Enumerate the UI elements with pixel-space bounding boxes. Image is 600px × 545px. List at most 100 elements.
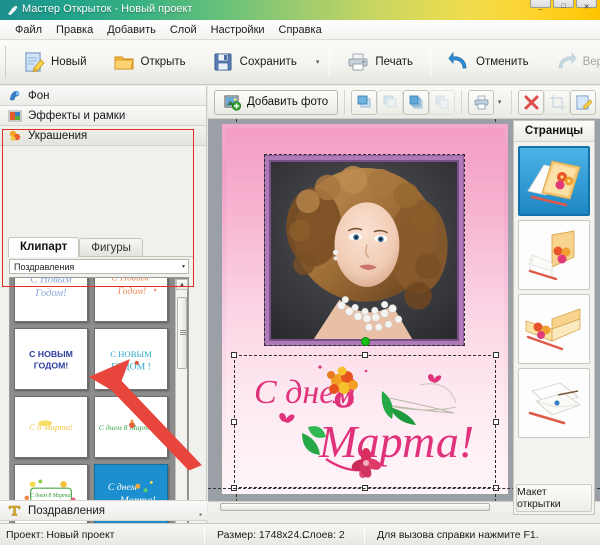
menu-file[interactable]: Файл (8, 22, 49, 38)
sidebar-item-decorations[interactable]: Украшения (0, 126, 206, 146)
send-to-back-button[interactable] (429, 89, 456, 115)
clipart-item-3[interactable]: С НОВЫМ ГОДОМ ! (94, 328, 168, 390)
svg-text:С днем 8 Марта!: С днем 8 Марта! (30, 492, 73, 499)
clipart-thumb-s-novym-godom-script: С Новым Годом! (30, 278, 72, 299)
minimize-icon: _ (538, 3, 543, 10)
clipart-item-0[interactable]: С Новым Годом! (14, 278, 88, 322)
page-thumb-cover-icon (527, 160, 581, 207)
tab-shapes[interactable]: Фигуры (79, 238, 143, 257)
undo-arrow-icon (448, 51, 467, 69)
collapse-dot-icon[interactable]: ▪ (199, 510, 202, 519)
save-floppy-icon (214, 53, 232, 71)
crop-button[interactable] (544, 89, 571, 115)
status-hint: Для вызова справки нажмите F1. (377, 528, 539, 541)
scroll-up-arrow[interactable]: ▲ (176, 279, 188, 290)
rotate-handle[interactable] (361, 337, 370, 346)
tab-clipart[interactable]: Клипарт (8, 237, 80, 257)
save-dropdown-caret[interactable]: ▾ (310, 58, 326, 66)
pages-panel-title: Страницы (514, 121, 594, 142)
svg-text:Годом!: Годом! (117, 286, 146, 297)
svg-text:С Новым: С Новым (111, 277, 149, 283)
print-button[interactable]: Печать (334, 43, 426, 81)
page-thumb-spread[interactable] (518, 294, 590, 364)
send-backward-icon (383, 95, 397, 107)
menu-add[interactable]: Добавить (100, 22, 163, 38)
background-icon (10, 90, 20, 100)
clipart-thumb-8-marta-yellow: С 8 Марта! (29, 420, 73, 432)
handle-w[interactable] (231, 418, 237, 425)
sidebar-item-background[interactable]: Фон (0, 86, 206, 106)
sidebar-item-effects-frames[interactable]: Эффекты и рамки (0, 106, 206, 126)
page-thumb-envelope-icon (528, 382, 581, 425)
bring-to-front-button[interactable] (403, 89, 430, 115)
undo-button[interactable]: Отменить (435, 43, 542, 81)
sidebar-label-effects-frames: Эффекты и рамки (28, 109, 126, 122)
edit-layer-button[interactable] (570, 89, 597, 115)
clipart-category-select[interactable]: Поздравления ▾ (9, 259, 189, 274)
clipart-thumb-s-novym-godom-orange: С Новым Годом! (111, 277, 157, 297)
menu-edit[interactable]: Правка (49, 22, 100, 38)
layer-toolbar-sep-3 (511, 90, 513, 114)
svg-text:С НОВЫМ: С НОВЫМ (29, 349, 73, 359)
sidebar-item-greetings-text[interactable]: Поздравления ▪ (0, 500, 207, 521)
maximize-button[interactable]: □ (553, 0, 574, 10)
clipart-thumb-s-novym-godom-color: С НОВЫМ ГОДОМ ! (110, 349, 152, 373)
greeting-selection-box[interactable] (231, 352, 499, 491)
handle-nw[interactable] (231, 352, 237, 358)
svg-text:С днем: С днем (108, 482, 137, 493)
print-layer-button[interactable] (468, 89, 495, 115)
page-thumb-cover[interactable] (518, 146, 590, 216)
menu-layer[interactable]: Слой (163, 22, 204, 38)
menu-settings[interactable]: Настройки (204, 22, 272, 38)
print-dropdown-caret[interactable]: ▾ (494, 98, 505, 106)
left-panel: Фон Эффекты и рамки Украшения Клипарт Фи… (0, 86, 207, 545)
bring-forward-button[interactable] (351, 89, 378, 115)
window-title: Мастер Открыток - Новый проект (22, 3, 193, 15)
save-project-label: Сохранить (239, 56, 297, 68)
app-icon (7, 5, 18, 16)
status-layers: Слоев: 2 (302, 528, 345, 541)
redo-button[interactable]: Вернуть (542, 43, 600, 81)
delete-layer-button[interactable] (518, 89, 545, 115)
text-tool-icon (8, 505, 21, 516)
toolbar-grip[interactable] (5, 46, 6, 78)
toolbar-separator-1 (329, 47, 331, 77)
status-bar: Проект: Новый проект Размер: 1748x24... … (0, 523, 600, 545)
clipart-item-2[interactable]: С НОВЫМ ГОДОМ! (14, 328, 88, 390)
close-button[interactable]: ✕ (576, 0, 597, 11)
handle-ne[interactable] (493, 352, 499, 358)
clipart-item-1[interactable]: С Новым Годом! (94, 277, 168, 322)
card-layout-button[interactable]: Макет открытки (516, 484, 592, 512)
save-project-button[interactable]: Сохранить (199, 43, 310, 81)
clipart-scroll-thumb[interactable] (177, 297, 187, 369)
bring-to-front-icon (409, 95, 423, 108)
menu-help[interactable]: Справка (272, 22, 329, 38)
page-thumb-envelope[interactable] (518, 368, 590, 438)
undo-label: Отменить (476, 56, 529, 68)
window-controls: _ □ ✕ (530, 0, 597, 11)
open-project-button[interactable]: Открыть (100, 43, 199, 81)
add-photo-button[interactable]: Добавить фото (214, 89, 339, 115)
svg-text:ГОДОМ !: ГОДОМ ! (111, 362, 151, 373)
clipart-thumb-s-novym-godom-bold: С НОВЫМ ГОДОМ! (29, 349, 73, 371)
page-thumb-inside-left[interactable] (518, 220, 590, 290)
page-thumb-inside-left-icon (528, 230, 575, 281)
minimize-button[interactable]: _ (530, 0, 551, 10)
title-bar: Мастер Открыток - Новый проект _ □ ✕ (0, 0, 600, 20)
chevron-down-icon: ▾ (181, 264, 185, 270)
svg-text:С НОВЫМ: С НОВЫМ (110, 349, 152, 359)
handle-e[interactable] (493, 418, 499, 425)
clipart-item-4[interactable]: С 8 Марта! (14, 396, 88, 458)
clipart-item-5[interactable]: С днем 8 Марта! (94, 396, 168, 458)
canvas-hscroll-thumb[interactable] (220, 503, 490, 511)
handle-n[interactable] (362, 352, 368, 358)
printer-icon (348, 53, 368, 71)
main-toolbar: Новый Открыть Сохранить ▾ Печать Отменит… (0, 40, 600, 85)
layer-toolbar-sep-2 (461, 90, 463, 114)
svg-text:Годом!: Годом! (34, 288, 67, 299)
print-layer-icon (474, 95, 489, 109)
send-backward-button[interactable] (377, 89, 404, 115)
pages-panel: Страницы Макет открытки (513, 120, 595, 515)
layer-toolbar: Добавить фото ▾ (208, 86, 600, 119)
new-project-button[interactable]: Новый (10, 43, 100, 81)
